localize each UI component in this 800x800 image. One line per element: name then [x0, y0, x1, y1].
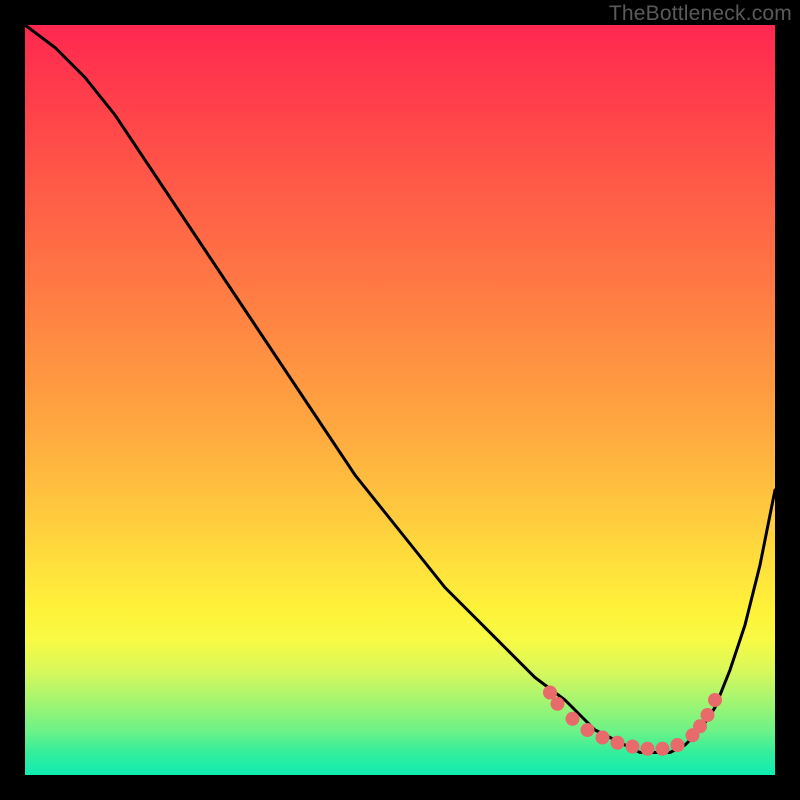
sweet-spot-dot: [566, 712, 580, 726]
sweet-spot-dot: [611, 736, 625, 750]
sweet-spot-dot: [581, 723, 595, 737]
sweet-spot-dot: [656, 742, 670, 756]
chart-svg: [25, 25, 775, 775]
sweet-spot-dot: [596, 731, 610, 745]
chart-stage: TheBottleneck.com: [0, 0, 800, 800]
sweet-spot-dot: [641, 742, 655, 756]
bottleneck-curve: [25, 25, 775, 753]
watermark-text: TheBottleneck.com: [609, 2, 792, 26]
sweet-spot-dot: [551, 697, 565, 711]
sweet-spot-dots: [543, 686, 722, 756]
sweet-spot-dot: [671, 738, 685, 752]
sweet-spot-dot: [626, 740, 640, 754]
sweet-spot-dot: [708, 693, 722, 707]
chart-panel: [25, 25, 775, 775]
sweet-spot-dot: [701, 708, 715, 722]
